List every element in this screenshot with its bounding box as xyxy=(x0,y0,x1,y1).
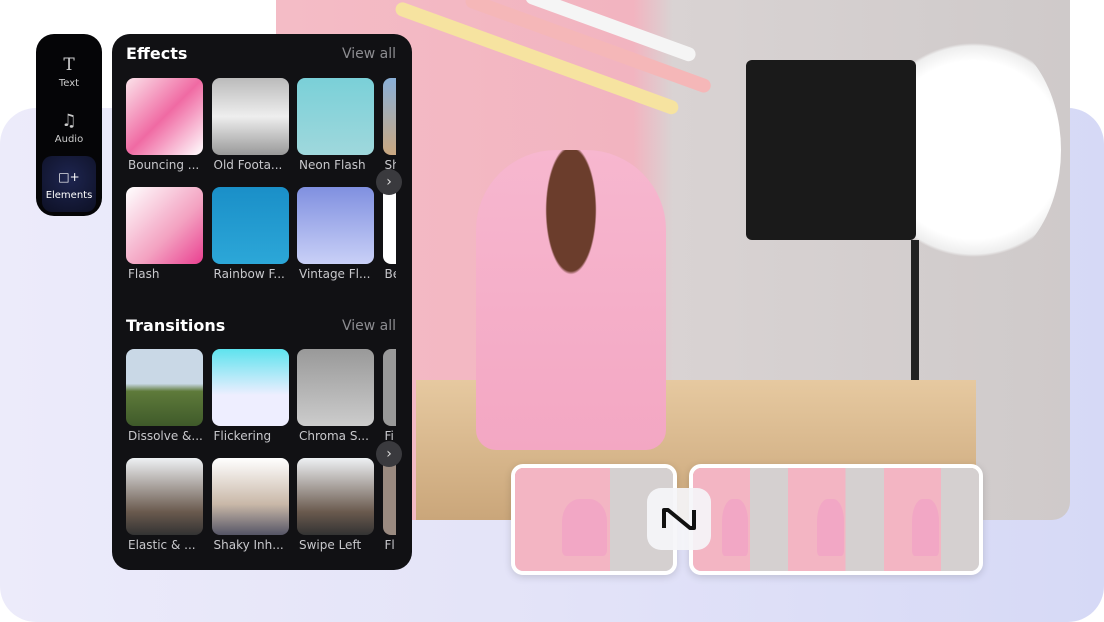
transitions-tile[interactable]: Shaky Inh... xyxy=(211,458,289,552)
tile-label: Flickering xyxy=(213,429,272,443)
thumbnail xyxy=(211,187,289,264)
transitions-tile[interactable]: Fl xyxy=(382,458,396,552)
thumbnail xyxy=(297,78,374,155)
transitions-tile[interactable]: Dissolve &... xyxy=(126,349,203,443)
chevron-right-icon: › xyxy=(386,174,392,190)
thumbnail xyxy=(126,349,203,426)
text-icon: T xyxy=(63,55,75,75)
tile-label: Dissolve &... xyxy=(128,429,203,443)
effects-heading: Effects xyxy=(126,44,188,63)
tile-label: Shaky Inh... xyxy=(213,538,284,552)
rail-label: Elements xyxy=(45,190,93,201)
transitions-tile[interactable]: Swipe Left xyxy=(297,458,374,552)
timeline-clip-2[interactable] xyxy=(689,464,983,575)
tile-label: Fl xyxy=(384,538,395,552)
effects-tile[interactable]: Flash xyxy=(126,187,203,281)
effects-next-button[interactable]: › xyxy=(376,169,402,195)
effects-view-all[interactable]: View all xyxy=(342,46,396,62)
thumbnail xyxy=(297,187,374,264)
transitions-tile[interactable]: Fi xyxy=(382,349,396,443)
thumbnail xyxy=(382,78,396,155)
tile-label: Swipe Left xyxy=(299,538,362,552)
thumbnail xyxy=(126,458,203,535)
tile-label: Be xyxy=(384,267,397,281)
clip-frame xyxy=(788,468,884,571)
transitions-tile[interactable]: Chroma S... xyxy=(297,349,374,443)
thumbnail xyxy=(126,78,203,155)
transitions-tile[interactable]: Elastic & ... xyxy=(126,458,203,552)
tile-label: Vintage Fl... xyxy=(299,267,371,281)
effects-tile[interactable]: Sh xyxy=(382,78,396,172)
rail-item-audio[interactable]: ♫ Audio xyxy=(42,100,96,156)
transitions-heading: Transitions xyxy=(126,316,226,335)
thumbnail xyxy=(211,349,289,426)
music-note-icon: ♫ xyxy=(61,111,77,131)
side-rail: T Text ♫ Audio □+ Elements xyxy=(36,34,102,216)
led-panel xyxy=(746,60,916,240)
rail-item-elements[interactable]: □+ Elements xyxy=(42,156,96,212)
presenter xyxy=(476,150,666,450)
transitions-grid: Dissolve &... Flickering Chroma S... Fi Elas… xyxy=(126,349,396,570)
transition-button[interactable] xyxy=(647,488,711,550)
thumbnail xyxy=(297,349,374,426)
rail-label: Text xyxy=(58,78,80,89)
effects-tile[interactable]: Rainbow F... xyxy=(211,187,289,281)
thumbnail xyxy=(297,458,374,535)
clip-frame xyxy=(883,468,979,571)
effects-tile[interactable]: Vintage Fl... xyxy=(297,187,374,281)
thumbnail xyxy=(126,187,203,264)
tile-label: Bouncing ... xyxy=(128,158,200,172)
tile-label: Chroma S... xyxy=(299,429,369,443)
transitions-next-button[interactable]: › xyxy=(376,441,402,467)
effects-tile[interactable]: Bouncing ... xyxy=(126,78,203,172)
effects-tile[interactable]: Old Foota... xyxy=(211,78,289,172)
thumbnail xyxy=(211,458,289,535)
rail-label: Audio xyxy=(54,134,84,145)
transition-icon xyxy=(662,508,696,530)
elements-panel: Effects View all Bouncing ... Old Foota..… xyxy=(112,34,412,570)
tile-label: Rainbow F... xyxy=(213,267,285,281)
thumbnail xyxy=(382,458,396,535)
tile-label: Neon Flash xyxy=(299,158,366,172)
thumbnail xyxy=(211,78,289,155)
transitions-tile[interactable]: Flickering xyxy=(211,349,289,443)
rail-item-text[interactable]: T Text xyxy=(42,44,96,100)
elements-icon: □+ xyxy=(58,170,80,184)
tile-label: Elastic & ... xyxy=(128,538,196,552)
effects-tile[interactable]: Neon Flash xyxy=(297,78,374,172)
effects-tile[interactable]: Be xyxy=(382,187,397,281)
thumbnail xyxy=(382,349,396,426)
transitions-view-all[interactable]: View all xyxy=(342,318,396,334)
effects-grid: Bouncing ... Old Foota... Neon Flash Sh Flas… xyxy=(126,78,396,308)
chevron-right-icon: › xyxy=(386,446,392,462)
thumbnail xyxy=(382,187,396,264)
tile-label: Old Foota... xyxy=(213,158,283,172)
tile-label: Flash xyxy=(128,267,160,281)
